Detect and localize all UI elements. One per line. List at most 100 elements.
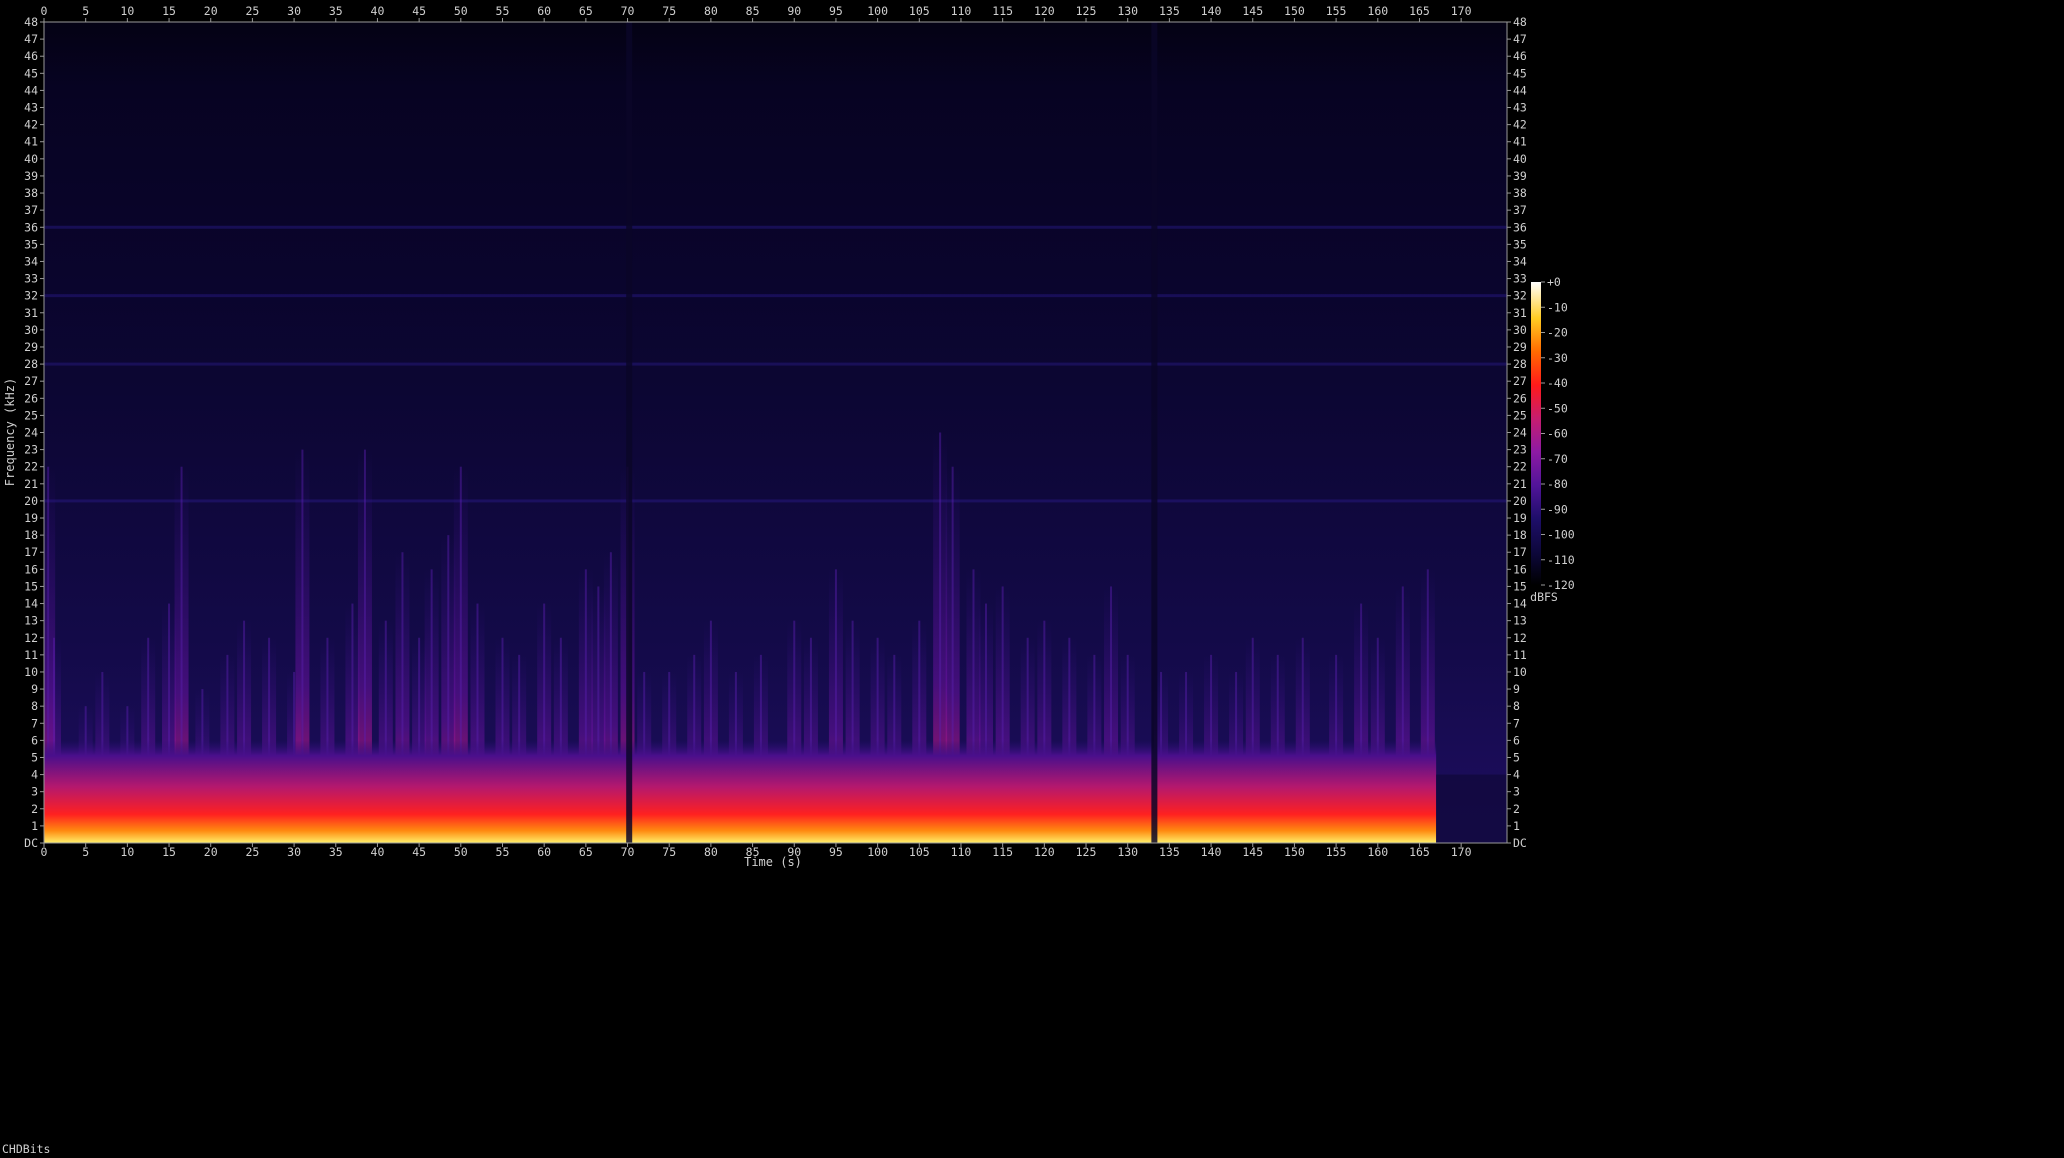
y-tick-label-left: 4 (31, 768, 38, 782)
y-tick-label-right: 22 (1513, 460, 1527, 474)
y-tick-label-right: 46 (1513, 49, 1527, 63)
y-axis-left: DC12345678910111213141516171819202122232… (24, 15, 44, 850)
y-tick-label-left: 6 (31, 733, 38, 747)
colorbar-tick-label: -100 (1547, 528, 1575, 542)
colorbar-tick-label: -10 (1547, 300, 1568, 314)
y-tick-label-left: 45 (24, 66, 38, 80)
y-tick-label-left: 41 (24, 135, 38, 149)
silent-gap (626, 22, 633, 843)
y-tick-label-right: 25 (1513, 408, 1527, 422)
x-tick-label-bottom: 0 (41, 845, 48, 859)
x-tick-label-bottom: 160 (1367, 845, 1388, 859)
y-tick-label-left: 19 (24, 511, 38, 525)
y-tick-label-left: 18 (24, 528, 38, 542)
y-tick-label-right: 48 (1513, 15, 1527, 29)
x-tick-label-bottom: 60 (537, 845, 551, 859)
x-tick-label-bottom: 15 (162, 845, 176, 859)
y-tick-label-right: 21 (1513, 477, 1527, 491)
x-tick-label-top: 15 (162, 4, 176, 18)
y-tick-label-left: 40 (24, 152, 38, 166)
x-tick-label-top: 50 (454, 4, 468, 18)
x-tick-label-bottom: 45 (412, 845, 426, 859)
x-tick-label-top: 60 (537, 4, 551, 18)
y-tick-label-left: 36 (24, 220, 38, 234)
y-tick-label-right: 13 (1513, 614, 1527, 628)
x-tick-label-bottom: 65 (579, 845, 593, 859)
x-tick-label-bottom: 95 (829, 845, 843, 859)
y-tick-label-left: 48 (24, 15, 38, 29)
x-tick-label-bottom: 110 (951, 845, 972, 859)
colorbar: +0-10-20-30-40-50-60-70-80-90-100-110-12… (1530, 275, 1575, 604)
x-tick-label-bottom: 40 (371, 845, 385, 859)
y-tick-label-right: 29 (1513, 340, 1527, 354)
y-tick-label-right: 19 (1513, 511, 1527, 525)
y-tick-label-right: 37 (1513, 203, 1527, 217)
x-tick-label-top: 40 (371, 4, 385, 18)
x-tick-label-top: 120 (1034, 4, 1055, 18)
x-tick-label-bottom: 130 (1117, 845, 1138, 859)
y-tick-label-left: 27 (24, 374, 38, 388)
y-tick-label-left: 22 (24, 460, 38, 474)
x-tick-label-bottom: 5 (82, 845, 89, 859)
y-tick-label-left: 8 (31, 699, 38, 713)
y-tick-label-left: 14 (24, 597, 38, 611)
y-tick-label-left: 11 (24, 648, 38, 662)
x-tick-label-top: 145 (1242, 4, 1263, 18)
y-tick-label-right: 43 (1513, 101, 1527, 115)
y-tick-label-right: 16 (1513, 562, 1527, 576)
x-tick-label-bottom: 55 (496, 845, 510, 859)
y-axis-right: DC12345678910111213141516171819202122232… (1507, 15, 1527, 850)
y-tick-label-right: 39 (1513, 169, 1527, 183)
y-tick-label-right: 41 (1513, 135, 1527, 149)
y-tick-label-right: 31 (1513, 306, 1527, 320)
y-tick-label-right: 38 (1513, 186, 1527, 200)
y-tick-label-right: 2 (1513, 802, 1520, 816)
y-tick-label-right: 23 (1513, 443, 1527, 457)
y-tick-label-right: 4 (1513, 768, 1520, 782)
x-tick-label-bottom: 165 (1409, 845, 1430, 859)
y-tick-label-left: 15 (24, 579, 38, 593)
y-tick-label-left: 24 (24, 426, 38, 440)
y-tick-label-right: 3 (1513, 785, 1520, 799)
footer-label: CHDBits (2, 1142, 51, 1156)
y-tick-label-left: 31 (24, 306, 38, 320)
y-tick-label-left: 1 (31, 819, 38, 833)
y-tick-label-right: 30 (1513, 323, 1527, 337)
x-tick-label-top: 115 (992, 4, 1013, 18)
x-tick-label-top: 75 (662, 4, 676, 18)
silent-gap (1151, 22, 1158, 843)
hum-line (44, 225, 1507, 229)
x-tick-label-top: 25 (245, 4, 259, 18)
fade-out-region (1436, 774, 1507, 843)
y-tick-label-right: 6 (1513, 733, 1520, 747)
spectrogram-chart: 0 5 10 15 20 25 30 35 40 45 50 55 60 65 70 75 80 85 90 95 10… (3, 4, 1575, 869)
y-tick-label-right: 20 (1513, 494, 1527, 508)
x-tick-label-top: 30 (287, 4, 301, 18)
y-tick-label-left: 12 (24, 631, 38, 645)
y-tick-label-right: 17 (1513, 545, 1527, 559)
colorbar-ticks: +0-10-20-30-40-50-60-70-80-90-100-110-12… (1541, 275, 1575, 592)
y-tick-label-right: 34 (1513, 254, 1527, 268)
x-tick-label-bottom: 125 (1076, 845, 1097, 859)
x-tick-label-top: 35 (329, 4, 343, 18)
y-tick-label-right: 18 (1513, 528, 1527, 542)
y-tick-label-left: 23 (24, 443, 38, 457)
y-tick-label-right: 27 (1513, 374, 1527, 388)
y-tick-label-right: 8 (1513, 699, 1520, 713)
y-tick-label-left: DC (24, 836, 38, 850)
x-tick-label-top: 105 (909, 4, 930, 18)
x-tick-label-top: 90 (787, 4, 801, 18)
y-tick-label-left: 32 (24, 289, 38, 303)
y-tick-label-left: 42 (24, 118, 38, 132)
colorbar-tick-label: +0 (1547, 275, 1561, 289)
x-tick-label-top: 135 (1159, 4, 1180, 18)
x-tick-label-bottom: 10 (120, 845, 134, 859)
y-tick-label-left: 9 (31, 682, 38, 696)
y-tick-label-right: 28 (1513, 357, 1527, 371)
colorbar-tick-label: -50 (1547, 401, 1568, 415)
colorbar-tick-label: -110 (1547, 553, 1575, 567)
x-tick-label-top: 5 (82, 4, 89, 18)
x-tick-label-bottom: 20 (204, 845, 218, 859)
x-tick-label-top: 150 (1284, 4, 1305, 18)
y-tick-label-left: 3 (31, 785, 38, 799)
